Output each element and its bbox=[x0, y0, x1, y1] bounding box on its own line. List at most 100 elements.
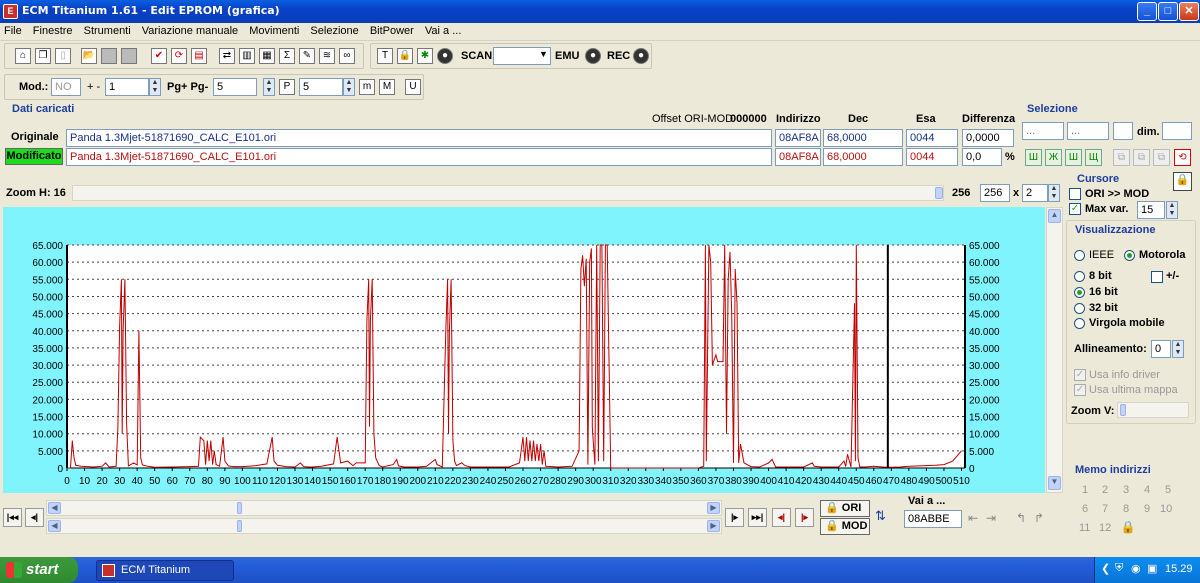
goto-start-icon[interactable]: ⇤ bbox=[968, 511, 984, 527]
next-diff-icon[interactable]: |▸ bbox=[795, 508, 814, 527]
emu-dot-icon[interactable]: ● bbox=[585, 48, 601, 64]
ori-scroll-thumb[interactable] bbox=[237, 502, 242, 514]
tray-arrow-icon[interactable]: ❮ bbox=[1101, 562, 1110, 575]
page-step-spinner[interactable]: ▲ ▼ bbox=[263, 78, 275, 96]
binoculars-icon[interactable]: ∞ bbox=[339, 48, 355, 64]
zoom-value-field[interactable]: 256 bbox=[980, 184, 1010, 202]
16bit-radio[interactable] bbox=[1074, 287, 1085, 298]
zoom-h-slider[interactable] bbox=[72, 185, 944, 201]
signed-checkbox[interactable] bbox=[1151, 271, 1163, 283]
edit-icon[interactable]: ✎ bbox=[299, 48, 315, 64]
mod-button[interactable]: 🔒 MOD bbox=[820, 518, 870, 535]
step-spinner[interactable]: ▲ ▼ bbox=[149, 78, 161, 96]
page-icon-p[interactable]: P bbox=[279, 79, 295, 95]
jump-forward-icon[interactable]: ↱ bbox=[1034, 511, 1050, 527]
motorola-radio[interactable] bbox=[1124, 250, 1135, 261]
ori-button[interactable]: 🔒 ORI bbox=[820, 500, 870, 517]
ieee-radio[interactable] bbox=[1074, 250, 1085, 261]
m-bold-icon[interactable]: M bbox=[379, 79, 395, 95]
memo-8[interactable]: 8 bbox=[1123, 503, 1129, 515]
rec-dot-icon[interactable]: ● bbox=[633, 48, 649, 64]
select-cross-icon[interactable]: Ж bbox=[1045, 149, 1062, 166]
u-icon[interactable]: U bbox=[405, 79, 421, 95]
hex-icon[interactable]: ▦ bbox=[259, 48, 275, 64]
terminal-icon[interactable]: T bbox=[377, 48, 393, 64]
menu-finestre[interactable]: Finestre bbox=[29, 23, 77, 37]
modified-address-field[interactable]: 08AF8A bbox=[775, 148, 821, 166]
ori-mod-checkbox[interactable] bbox=[1069, 188, 1081, 200]
mod-field[interactable]: NO bbox=[51, 78, 81, 96]
start-button[interactable]: start bbox=[0, 557, 78, 583]
close-button[interactable]: ✕ bbox=[1179, 2, 1199, 21]
copy-selection-icon[interactable]: ⧉ bbox=[1113, 149, 1130, 166]
8bit-radio[interactable] bbox=[1074, 271, 1085, 282]
p-spinner[interactable]: ▲ ▼ bbox=[343, 78, 355, 96]
memo-11[interactable]: 11 bbox=[1079, 522, 1090, 534]
goto-end-icon[interactable]: ⇥ bbox=[986, 511, 1002, 527]
modified-file-field[interactable]: Panda 1.3Mjet-51871690_CALC_E101.ori bbox=[66, 148, 772, 166]
jump-back-icon[interactable]: ↰ bbox=[1016, 511, 1032, 527]
selection-end-field[interactable]: ... bbox=[1067, 122, 1109, 140]
dim-field[interactable] bbox=[1162, 122, 1192, 140]
original-dec-field[interactable]: 68,0000 bbox=[823, 129, 903, 147]
next-icon[interactable]: |▸ bbox=[725, 508, 744, 527]
usa-info-driver-checkbox[interactable]: ✓ bbox=[1074, 369, 1086, 381]
graph-icon[interactable]: ≋ bbox=[319, 48, 335, 64]
original-esa-field[interactable]: 0044 bbox=[906, 129, 958, 147]
document-red-icon[interactable]: ▤ bbox=[191, 48, 207, 64]
32bit-radio[interactable] bbox=[1074, 303, 1085, 314]
checklist-icon[interactable]: ✔ bbox=[151, 48, 167, 64]
chart-vertical-scrollbar[interactable]: ▲ ▼ bbox=[1046, 207, 1063, 493]
menu-selezione[interactable]: Selezione bbox=[306, 23, 362, 37]
modified-dec-field[interactable]: 68,0000 bbox=[823, 148, 903, 166]
p-field[interactable]: 5 bbox=[299, 78, 343, 96]
mod-scroll-thumb[interactable] bbox=[237, 520, 242, 532]
zoom-mult-spinner[interactable]: ▲ ▼ bbox=[1048, 184, 1060, 202]
selection-start-field[interactable]: ... bbox=[1022, 122, 1064, 140]
zoom-v-slider[interactable] bbox=[1117, 402, 1189, 418]
zoom-mult-field[interactable]: 2 bbox=[1022, 184, 1048, 202]
open-folder-icon[interactable]: 📂 bbox=[81, 48, 97, 64]
memo-10[interactable]: 10 bbox=[1160, 503, 1172, 515]
memo-9[interactable]: 9 bbox=[1144, 503, 1150, 515]
prev-icon[interactable]: ◂| bbox=[25, 508, 44, 527]
first-icon[interactable]: |◂◂ bbox=[3, 508, 22, 527]
memo-lock-icon[interactable]: 🔒 bbox=[1120, 520, 1136, 536]
original-diff-field[interactable]: 0,0000 bbox=[962, 129, 1014, 147]
memo-5[interactable]: 5 bbox=[1165, 484, 1171, 496]
menu-bitpower[interactable]: BitPower bbox=[366, 23, 418, 37]
menu-vai-a[interactable]: Vai a ... bbox=[421, 23, 465, 37]
save-icon[interactable] bbox=[101, 48, 117, 64]
scroll-down-icon[interactable]: ▼ bbox=[1048, 476, 1061, 490]
max-var-field[interactable]: 15 bbox=[1137, 201, 1165, 219]
sum-icon[interactable]: Σ bbox=[279, 48, 295, 64]
page-step-field[interactable]: 5 bbox=[213, 78, 257, 96]
select-start-icon[interactable]: Ш bbox=[1025, 149, 1042, 166]
memo-4[interactable]: 4 bbox=[1144, 484, 1150, 496]
zoom-v-thumb[interactable] bbox=[1120, 404, 1126, 416]
select-range-icon[interactable]: Ш bbox=[1065, 149, 1082, 166]
menu-movimenti[interactable]: Movimenti bbox=[245, 23, 303, 37]
ori-scroll-right-icon[interactable]: ▶ bbox=[707, 502, 720, 514]
prev-diff-icon[interactable]: ◂| bbox=[772, 508, 791, 527]
memo-3[interactable]: 3 bbox=[1123, 484, 1129, 496]
original-file-field[interactable]: Panda 1.3Mjet-51871690_CALC_E101.ori bbox=[66, 129, 772, 147]
chevron-down-icon[interactable]: ▼ bbox=[539, 49, 548, 59]
cursor-lock-icon[interactable]: 🔒 bbox=[1173, 172, 1192, 191]
modified-esa-field[interactable]: 0044 bbox=[906, 148, 958, 166]
compare-icon[interactable]: ⇄ bbox=[219, 48, 235, 64]
step-field[interactable]: 1 bbox=[105, 78, 149, 96]
original-address-field[interactable]: 08AF8A bbox=[775, 129, 821, 147]
network-icon[interactable]: ▣ bbox=[1147, 562, 1157, 575]
menu-file[interactable]: File bbox=[0, 23, 26, 37]
chip-icon[interactable]: ▥ bbox=[239, 48, 255, 64]
checksum-icon[interactable]: ⟳ bbox=[171, 48, 187, 64]
page-icon[interactable]: ▯ bbox=[55, 48, 71, 64]
save-as-icon[interactable] bbox=[121, 48, 137, 64]
menu-strumenti[interactable]: Strumenti bbox=[80, 23, 135, 37]
allineamento-field[interactable]: 0 bbox=[1151, 340, 1171, 358]
maximize-button[interactable]: □ bbox=[1158, 2, 1178, 21]
shield-icon[interactable]: ⛨ bbox=[1115, 562, 1123, 575]
lock-icon[interactable]: 🔒 bbox=[397, 48, 413, 64]
runner-icon[interactable]: ✱ bbox=[417, 48, 433, 64]
